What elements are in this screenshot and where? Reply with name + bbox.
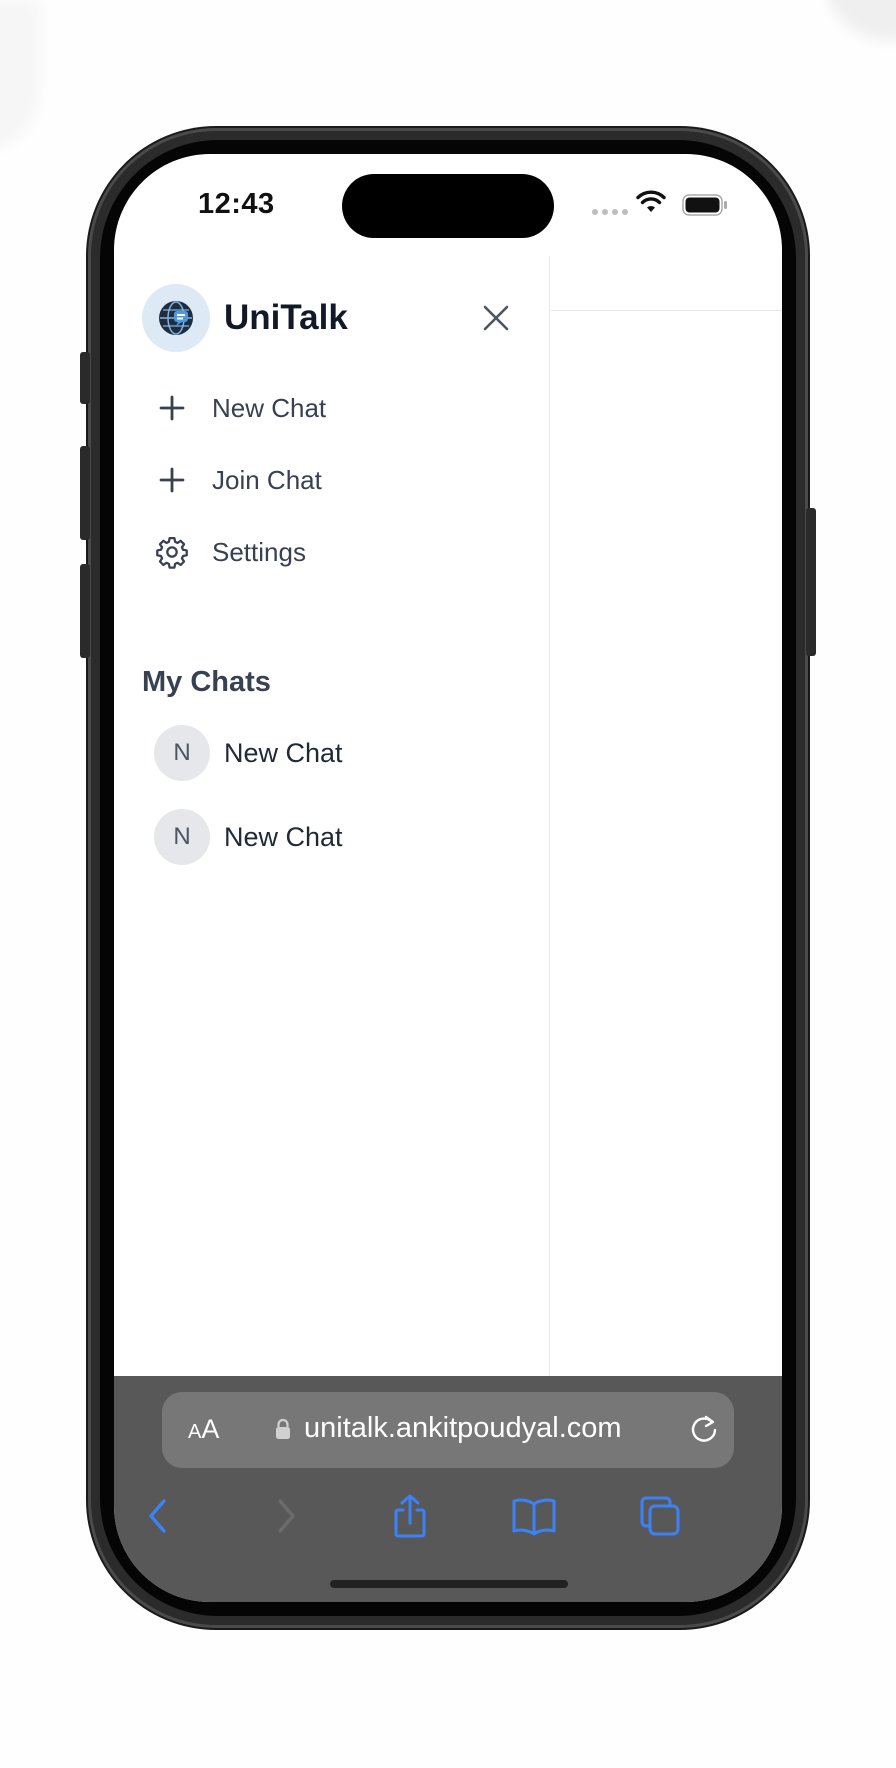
cellular-signal-icon [592,209,628,215]
lock-icon [274,1418,292,1445]
close-sidebar-button[interactable] [476,298,516,338]
action-button [80,352,90,404]
background-decoration [826,0,896,40]
address-bar[interactable]: AA unitalk.ankitpoudyal.com [162,1392,734,1468]
battery-icon [682,194,728,221]
share-button[interactable] [380,1486,440,1546]
dynamic-island [342,174,554,238]
tabs-icon [640,1496,680,1536]
chat-list-item[interactable]: N New Chat [142,802,522,872]
browser-toolbar: AA unitalk.ankitpoudyal.com [114,1376,782,1602]
volume-up-button [80,446,90,540]
avatar: N [154,809,210,865]
plus-icon [142,450,202,510]
chevron-right-icon [278,1499,295,1533]
app-logo [142,284,210,352]
new-chat-button[interactable]: New Chat [142,378,522,438]
chat-list-item[interactable]: N New Chat [142,718,522,788]
avatar: N [154,725,210,781]
app-title: UniTalk [224,298,348,337]
globe-chat-icon [159,301,193,335]
chevron-left-icon [149,1499,166,1533]
bookmarks-button[interactable] [504,1486,564,1546]
wifi-icon [636,190,666,219]
home-indicator [330,1580,568,1588]
power-button [806,508,816,656]
tabs-button[interactable] [630,1486,690,1546]
back-button[interactable] [128,1486,188,1546]
background-decoration [0,0,40,150]
gear-icon [142,522,202,582]
join-chat-label: Join Chat [212,464,322,495]
main-header-divider [551,310,782,311]
text-size-button[interactable]: AA [188,1414,219,1445]
reload-icon[interactable] [686,1412,722,1453]
new-chat-label: New Chat [212,392,327,423]
share-icon [394,1494,426,1538]
forward-button[interactable] [256,1486,316,1546]
plus-icon [142,378,202,438]
volume-down-button [80,564,90,658]
chat-name: New Chat [224,737,343,768]
join-chat-button[interactable]: Join Chat [142,450,522,510]
settings-label: Settings [212,536,306,567]
my-chats-heading: My Chats [142,666,271,698]
close-icon [483,305,509,331]
settings-button[interactable]: Settings [142,522,522,582]
sidebar: UniTalk New Chat Join Chat Settings My C… [114,256,550,1376]
status-time: 12:43 [198,188,275,220]
book-icon [512,1498,556,1536]
url-text: unitalk.ankitpoudyal.com [304,1412,622,1444]
chat-name: New Chat [224,821,343,852]
phone-screen: 12:43 UniTalk New Chat Join Chat Setting… [114,154,782,1602]
